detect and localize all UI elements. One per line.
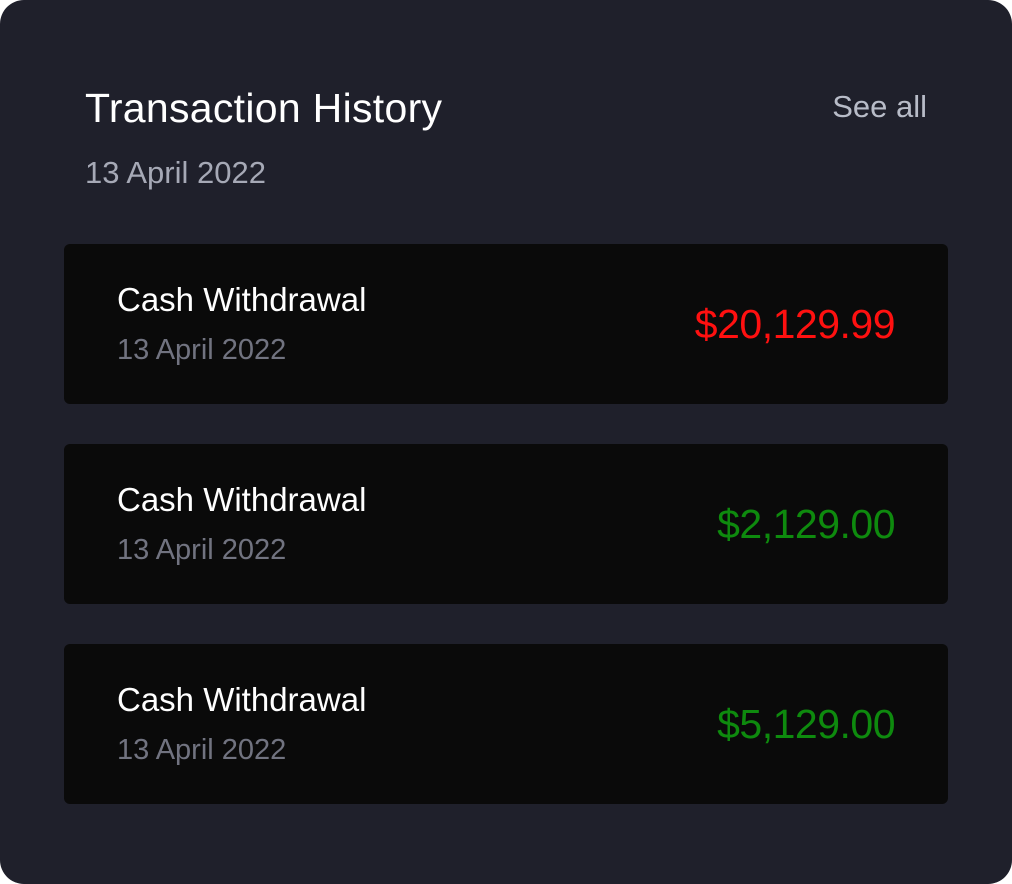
- section-date: 13 April 2022: [85, 155, 266, 190]
- transaction-date: 13 April 2022: [117, 534, 287, 566]
- transaction-history-card: Transaction History See all 13 April 202…: [0, 0, 1012, 884]
- transaction-name: Cash Withdrawal: [117, 281, 367, 318]
- transaction-amount: $20,129.99: [694, 301, 896, 347]
- see-all-link[interactable]: See all: [832, 88, 927, 126]
- card-title: Transaction History: [85, 85, 443, 131]
- transaction-row[interactable]: Cash Withdrawal 13 April 2022 $2,129.00: [64, 444, 948, 604]
- transaction-amount: $5,129.00: [717, 701, 895, 747]
- transaction-row[interactable]: Cash Withdrawal 13 April 2022 $20,129.99: [64, 244, 948, 404]
- transaction-list: Cash Withdrawal 13 April 2022 $20,129.99…: [64, 244, 948, 844]
- transaction-date: 13 April 2022: [117, 734, 287, 766]
- transaction-row[interactable]: Cash Withdrawal 13 April 2022 $5,129.00: [64, 644, 948, 804]
- transaction-name: Cash Withdrawal: [117, 481, 367, 518]
- transaction-date: 13 April 2022: [117, 334, 287, 366]
- transaction-amount: $2,129.00: [717, 501, 895, 547]
- transaction-name: Cash Withdrawal: [117, 681, 367, 718]
